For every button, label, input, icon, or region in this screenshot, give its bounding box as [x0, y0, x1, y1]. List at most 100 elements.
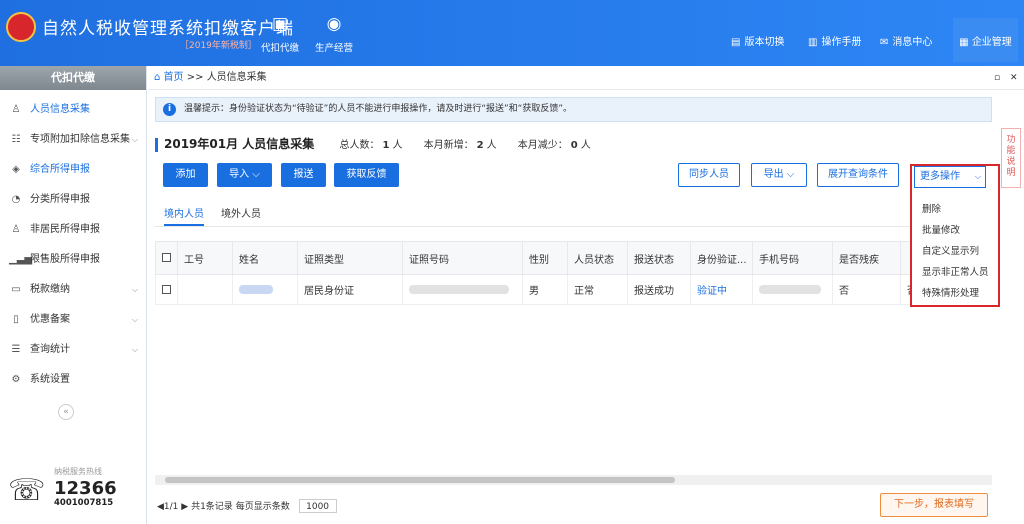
sidebar-item-preferential-filing[interactable]: ▯ 优惠备案 ⌵ [0, 305, 146, 335]
person-icon: ♙ [11, 104, 21, 115]
tab-overseas[interactable]: 境外人员 [221, 205, 261, 226]
home-icon: ⌂ [154, 72, 161, 83]
cell-phone-redacted [752, 274, 833, 305]
prev-page-icon[interactable]: ◀ [157, 502, 164, 512]
total-label: 总人数： [339, 140, 380, 151]
menu-item-batch-edit[interactable]: 批量修改 [922, 220, 989, 241]
menu-item-special-case[interactable]: 特殊情形处理 [922, 283, 989, 304]
pie-icon: ◔ [11, 194, 21, 205]
header-name[interactable]: 姓名 [232, 241, 298, 275]
message-center-link[interactable]: ✉ 消息中心 [880, 33, 932, 48]
close-icon[interactable]: ✕ [1010, 66, 1018, 90]
decrease-value: 0 [570, 140, 578, 151]
per-page-label: 每页显示条数 [235, 502, 290, 512]
header-report-status[interactable]: 报送状态 [627, 241, 691, 275]
cell-id-number-redacted [402, 274, 523, 305]
sidebar-item-restricted-stock[interactable]: ▁▃▅限售股所得申报 [0, 245, 146, 275]
breadcrumb-separator: >> [186, 72, 204, 83]
next-page-icon[interactable]: ▶ [181, 502, 188, 512]
sync-personnel-button[interactable]: 同步人员 [678, 163, 740, 187]
menu-item-delete[interactable]: 删除 [922, 199, 989, 220]
tab-domestic[interactable]: 境内人员 [164, 205, 204, 226]
sidebar-item-tax-payment[interactable]: ▭ 税款缴纳 ⌵ [0, 275, 146, 305]
coins-icon: ◉ [326, 14, 342, 34]
cell-gender: 男 [522, 274, 568, 305]
sidebar-item-query-statistics[interactable]: ☰ 查询统计 ⌵ [0, 335, 146, 365]
cell-employee-id [177, 274, 233, 305]
total-unit: 人 [392, 140, 403, 151]
breadcrumb-home[interactable]: 首页 [164, 72, 184, 83]
nav-withholding[interactable]: ▣ 代扣代缴 [252, 14, 308, 54]
select-all-checkbox[interactable] [155, 241, 178, 275]
sidebar-item-nonresident-income[interactable]: ♙ 非居民所得申报 [0, 215, 146, 245]
function-help-tab[interactable]: 功 能 说 明 [1001, 128, 1021, 188]
new-label: 本月新增： [423, 140, 474, 151]
chevron-down-icon: ⌵ [252, 169, 260, 180]
table-header-row: 工号 姓名 证照类型 证照号码 性别 人员状态 报送状态 身份验证... 手机号… [155, 241, 913, 275]
header-disabled[interactable]: 是否残疾 [832, 241, 901, 275]
chevron-down-icon: ⌵ [131, 345, 138, 354]
menu-item-custom-columns[interactable]: 自定义显示列 [922, 241, 989, 262]
chevron-down-icon: ⌵ [131, 315, 138, 324]
hotline-sub-number: 4001007815 [54, 498, 114, 508]
total-value: 1 [382, 140, 390, 151]
restore-window-icon[interactable]: ▫ [994, 66, 1000, 90]
expand-query-button[interactable]: 展开查询条件 [817, 163, 899, 187]
mail-icon: ✉ [880, 37, 889, 48]
header-phone[interactable]: 手机号码 [752, 241, 833, 275]
title-accent-bar [155, 138, 158, 152]
top-header: 自然人税收管理系统扣缴客户端 ［2019年新税制］ ▣ 代扣代缴 ◉ 生产经营 … [0, 0, 1024, 66]
decrease-label: 本月减少： [517, 140, 568, 151]
cell-disabled: 否 [832, 274, 901, 305]
per-page-input[interactable]: 1000 [298, 499, 337, 513]
book-icon: ▥ [808, 37, 818, 48]
export-button[interactable]: 导出 ⌵ [751, 163, 807, 187]
enterprise-management-button[interactable]: ▦ 企业管理 [953, 18, 1018, 62]
row-checkbox[interactable] [155, 274, 178, 305]
cell-name-redacted[interactable] [232, 274, 298, 305]
horizontal-scrollbar[interactable] [155, 475, 992, 485]
breadcrumb-current: 人员信息采集 [206, 72, 267, 83]
scrollbar-thumb[interactable] [165, 477, 675, 483]
manual-link[interactable]: ▥ 操作手册 [808, 33, 861, 48]
submit-button[interactable]: 报送 [281, 163, 326, 187]
table-row[interactable]: 居民身份证 男 正常 报送成功 验证中 否 否 [155, 274, 913, 305]
chevron-down-icon: ⌵ [974, 172, 981, 181]
record-count: 共1条记录 [191, 502, 233, 512]
chevron-down-icon: ⌵ [131, 135, 138, 144]
sidebar-title: 代扣代缴 [0, 66, 146, 90]
header-gender[interactable]: 性别 [522, 241, 568, 275]
header-employee-id[interactable]: 工号 [177, 241, 233, 275]
import-button[interactable]: 导入 ⌵ [217, 163, 272, 187]
gear-icon: ⚙ [11, 374, 21, 385]
next-step-button[interactable]: 下一步，报表填写 [880, 493, 988, 517]
sidebar-item-personnel-info[interactable]: ♙ 人员信息采集 [0, 95, 146, 125]
page-indicator: 1/1 [163, 502, 179, 512]
header-id-type[interactable]: 证照类型 [297, 241, 403, 275]
nav-business[interactable]: ◉ 生产经营 [306, 14, 362, 54]
national-emblem-icon [6, 12, 36, 42]
notice-text: 温馨提示：身份验证状态为“待验证”的人员不能进行申报操作，请及时进行“报送”和“… [184, 104, 572, 114]
sidebar-item-comprehensive-income[interactable]: ◈ 综合所得申报 [0, 155, 146, 185]
sidebar-item-special-deduction[interactable]: ☷ 专项附加扣除信息采集 ⌵ [0, 125, 146, 155]
cell-verify-status[interactable]: 验证中 [690, 274, 753, 305]
cell-id-type: 居民身份证 [297, 274, 403, 305]
grid-icon: ☷ [11, 134, 21, 145]
add-button[interactable]: 添加 [163, 163, 208, 187]
header-person-status[interactable]: 人员状态 [567, 241, 628, 275]
page-title: 2019年01月 人员信息采集 [164, 137, 315, 151]
get-feedback-button[interactable]: 获取反馈 [334, 163, 399, 187]
menu-item-show-abnormal[interactable]: 显示非正常人员 [922, 262, 989, 283]
info-icon: i [163, 103, 176, 116]
sidebar-item-classified-income[interactable]: ◔ 分类所得申报 [0, 185, 146, 215]
more-operations-button[interactable]: 更多操作 ⌵ [914, 166, 986, 188]
header-identity-verify[interactable]: 身份验证... [690, 241, 753, 275]
version-switch-link[interactable]: ▤ 版本切换 [731, 33, 784, 48]
sidebar: 代扣代缴 ♙ 人员信息采集 ☷ 专项附加扣除信息采集 ⌵ ◈ 综合所得申报 ◔ 分类所得申… [0, 66, 147, 524]
sidebar-item-system-settings[interactable]: ⚙ 系统设置 [0, 365, 146, 395]
hotline-number: 12366 [54, 478, 117, 499]
personnel-tabs: 境内人员 境外人员 [155, 200, 992, 227]
wallet-icon: ▣ [271, 14, 289, 34]
header-id-number[interactable]: 证照号码 [402, 241, 523, 275]
sidebar-collapse-button[interactable]: « [58, 404, 74, 420]
